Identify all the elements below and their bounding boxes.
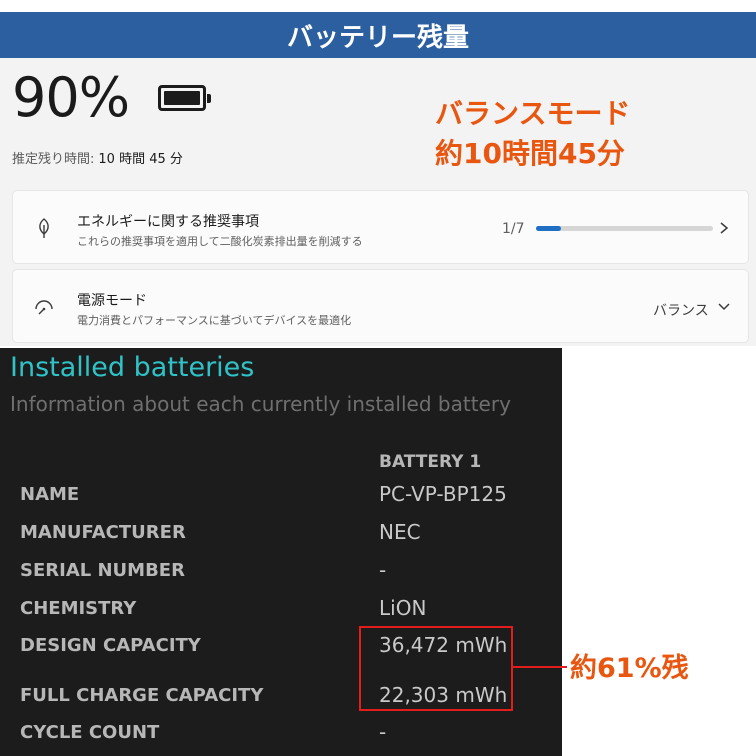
annotation-time-line: 約10時間45分 [435,137,625,170]
battery-column-header: BATTERY 1 [379,452,482,472]
row-value-manufacturer: NEC [379,520,421,544]
power-mode-card[interactable]: 電源モード 電力消費とパフォーマンスに基づいてデバイスを最適化 バランス [12,269,749,343]
energy-recommendations-card[interactable]: エネルギーに関する推奨事項 これらの推奨事項を適用して二酸化炭素排出量を削減する… [12,190,749,264]
title-banner: バッテリー残量 [0,12,756,58]
battery-settings-panel: 90% 推定残り時間: 10 時間 45 分 バランスモード 約10時間45分 エ… [0,58,756,346]
recommendation-progress-bar [536,226,713,231]
annotation-mode-line: バランスモード [435,97,631,130]
battery-full-icon [158,85,211,111]
row-label-chemistry: CHEMISTRY [20,598,137,619]
power-mode-title: 電源モード [77,293,147,309]
row-label-manufacturer: MANUFACTURER [20,522,186,543]
row-label-full-charge-capacity: FULL CHARGE CAPACITY [20,685,264,706]
capacity-highlight-box [359,626,513,711]
power-mode-subtitle: 電力消費とパフォーマンスに基づいてデバイスを最適化 [77,314,352,327]
capacity-remaining-annotation: 約61%残 [570,653,689,684]
estimated-time-remaining: 推定残り時間: 10 時間 45 分 [12,148,183,167]
row-value-serial-number: - [379,558,387,582]
power-mode-select[interactable]: バランス [653,300,709,320]
row-value-chemistry: LiON [379,596,427,620]
gauge-icon [35,300,53,315]
chevron-right-icon[interactable] [716,219,732,237]
balance-mode-annotation: バランスモード 約10時間45分 [435,94,630,174]
recommendation-subtitle: これらの推奨事項を適用して二酸化炭素排出量を削減する [77,235,363,248]
capacity-connector-line [513,666,567,668]
estimate-label: 推定残り時間: [12,152,95,167]
battery-percentage: 90% [12,66,130,129]
recommendation-title: エネルギーに関する推奨事項 [77,214,259,230]
row-label-cycle-count: CYCLE COUNT [20,722,160,743]
chevron-down-icon[interactable] [716,300,732,314]
row-value-cycle-count: - [379,720,387,744]
estimate-value: 10 時間 45 分 [98,152,183,167]
row-label-design-capacity: DESIGN CAPACITY [20,635,201,656]
recommendation-progress-text: 1/7 [502,221,525,237]
row-value-name: PC-VP-BP125 [379,482,507,506]
report-title: Installed batteries [10,352,255,383]
recommendation-progress-fill [536,226,562,231]
leaf-icon [39,218,49,238]
row-label-name: NAME [20,484,80,505]
report-subtitle: Information about each currently install… [10,392,511,416]
row-label-serial-number: SERIAL NUMBER [20,560,185,581]
